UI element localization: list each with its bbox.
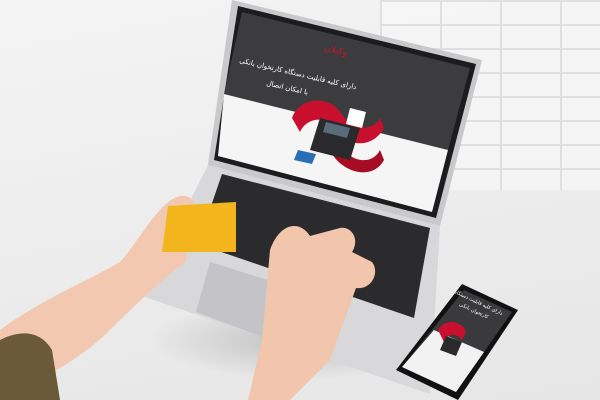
photo-scene: وکیلان دارای کلیه قابلیت دستگاه کارتخوان… — [0, 0, 600, 400]
yellow-card — [162, 202, 236, 252]
scene-illustration — [0, 0, 518, 400]
